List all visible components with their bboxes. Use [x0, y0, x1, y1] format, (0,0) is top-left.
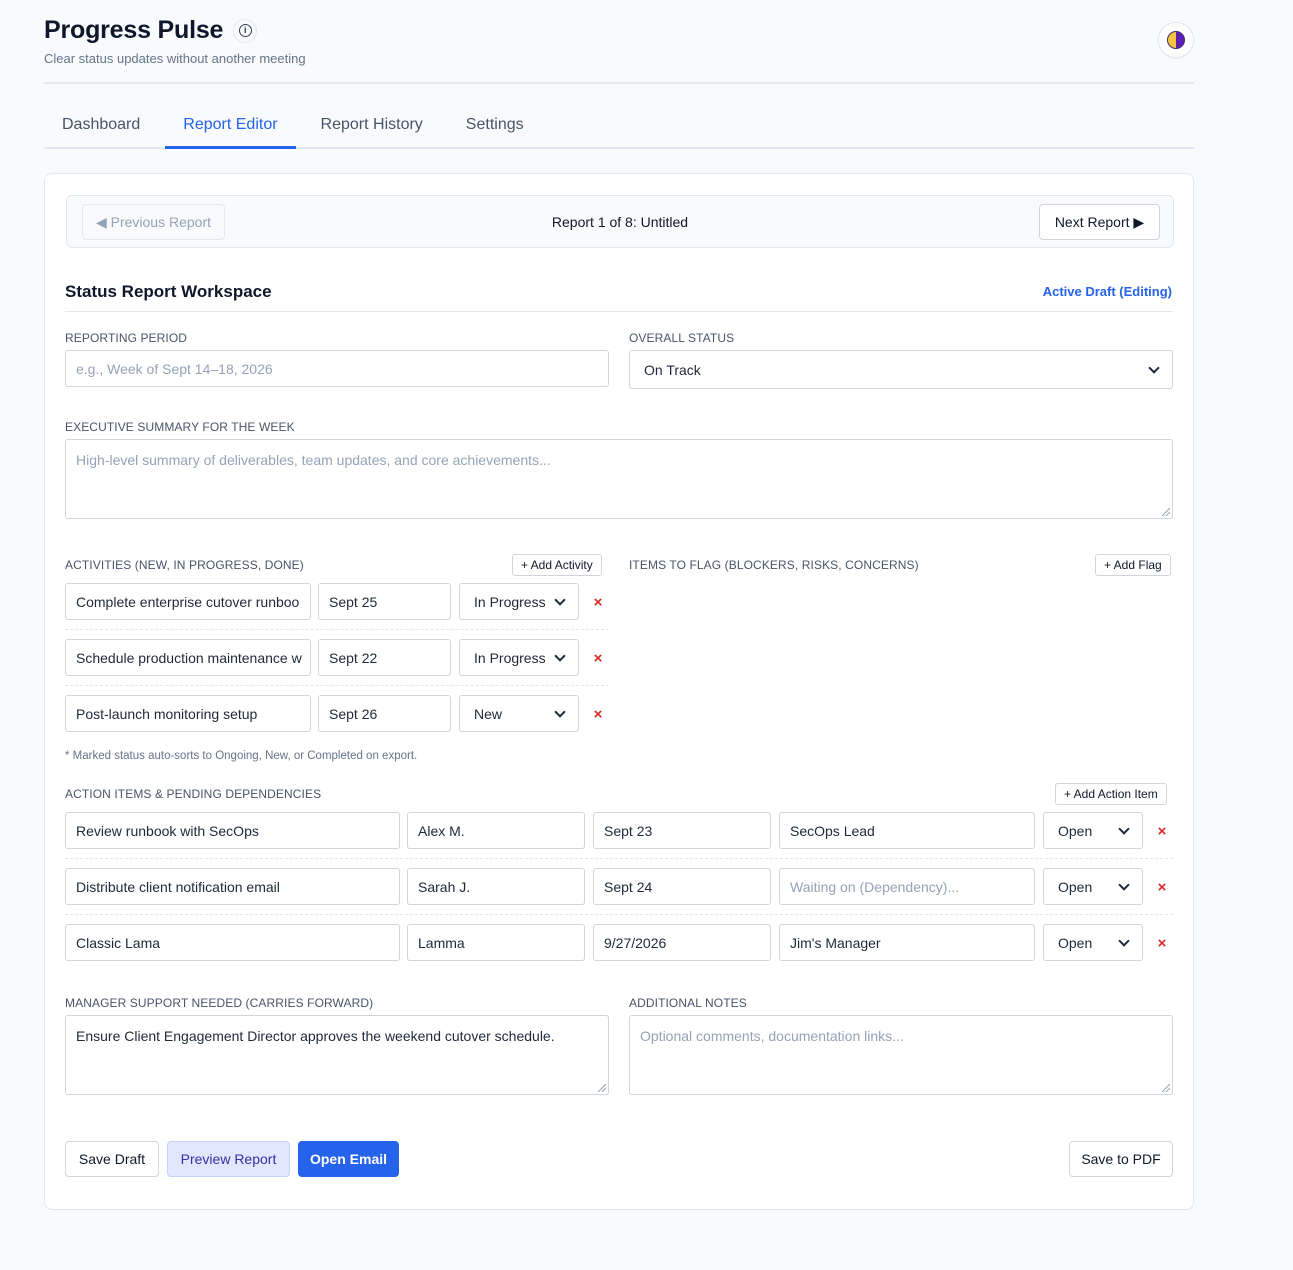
resize-handle-icon[interactable]	[598, 1084, 606, 1092]
activity-status-value: In Progress	[474, 593, 546, 610]
activity-status-select[interactable]: In Progress	[459, 639, 579, 676]
activity-status-value: New	[474, 705, 503, 722]
main-tabs: Dashboard Report Editor Report History S…	[44, 104, 1194, 149]
preview-report-button[interactable]: Preview Report	[167, 1141, 290, 1177]
activity-date-input[interactable]: Sept 26	[318, 695, 451, 732]
resize-handle-icon[interactable]	[1162, 508, 1170, 516]
remove-action-item-icon[interactable]: ×	[1155, 879, 1169, 896]
next-report-button[interactable]: Next Report ▶	[1039, 204, 1160, 240]
action-status-value: Open	[1058, 822, 1093, 839]
manager-support-textarea[interactable]: Ensure Client Engagement Director approv…	[65, 1015, 609, 1095]
manager-support-label: MANAGER SUPPORT NEEDED (CARRIES FORWARD)	[65, 996, 374, 1010]
report-navigator: ◀ Previous Report Report 1 of 8: Untitle…	[66, 195, 1174, 248]
manager-support-text: Ensure Client Engagement Director approv…	[76, 1028, 555, 1044]
action-due-input[interactable]: Sept 24	[593, 868, 771, 905]
action-dependency-input[interactable]: Jim's Manager	[779, 924, 1035, 961]
workspace-title: Status Report Workspace	[65, 282, 272, 301]
title-row: Progress Pulse i	[44, 16, 1194, 45]
report-editor-card: ◀ Previous Report Report 1 of 8: Untitle…	[44, 173, 1194, 1210]
info-icon: i	[238, 24, 252, 37]
add-activity-button[interactable]: + Add Activity	[512, 554, 602, 576]
app-subtitle: Clear status updates without another mee…	[44, 51, 306, 66]
chevron-down-icon	[554, 593, 566, 606]
reporting-period-label: REPORTING PERIOD	[65, 331, 188, 345]
reporting-period-input[interactable]: e.g., Week of Sept 14–18, 2026	[65, 350, 609, 387]
activity-name-input[interactable]: Post-launch monitoring setup	[65, 695, 311, 732]
overall-status-value: On Track	[644, 361, 701, 378]
draft-status-badge: Active Draft (Editing)	[1042, 284, 1172, 299]
activity-status-select[interactable]: In Progress	[459, 583, 579, 620]
info-button[interactable]: i	[233, 18, 258, 43]
action-items-label: ACTION ITEMS & PENDING DEPENDENCIES	[65, 787, 322, 801]
theme-toggle-icon	[1167, 31, 1185, 49]
activity-status-value: In Progress	[474, 649, 546, 666]
app-title: Progress Pulse	[44, 16, 224, 44]
action-owner-input[interactable]: Sarah J.	[407, 868, 585, 905]
report-position-title: Report 1 of 8: Untitled	[551, 214, 689, 230]
divider	[65, 311, 1173, 312]
executive-summary-placeholder: High-level summary of deliverables, team…	[76, 452, 551, 468]
chevron-down-icon	[1118, 878, 1130, 891]
executive-summary-label: EXECUTIVE SUMMARY FOR THE WEEK	[65, 420, 295, 434]
action-dependency-input[interactable]: Waiting on (Dependency)...	[779, 868, 1035, 905]
remove-action-item-icon[interactable]: ×	[1155, 935, 1169, 952]
action-status-value: Open	[1058, 878, 1093, 895]
activity-status-select[interactable]: New	[459, 695, 579, 732]
save-draft-button[interactable]: Save Draft	[65, 1141, 159, 1177]
remove-activity-icon[interactable]: ×	[591, 650, 605, 667]
remove-action-item-icon[interactable]: ×	[1155, 823, 1169, 840]
action-due-input[interactable]: 9/27/2026	[593, 924, 771, 961]
action-dependency-input[interactable]: SecOps Lead	[779, 812, 1035, 849]
additional-notes-textarea[interactable]: Optional comments, documentation links..…	[629, 1015, 1173, 1095]
additional-notes-label: ADDITIONAL NOTES	[629, 996, 747, 1010]
action-status-select[interactable]: Open	[1043, 924, 1143, 961]
overall-status-label: OVERALL STATUS	[629, 331, 735, 345]
action-task-input[interactable]: Review runbook with SecOps	[65, 812, 400, 849]
chevron-down-icon	[554, 649, 566, 662]
tab-report-history[interactable]: Report History	[303, 104, 441, 149]
app-header: Progress Pulse i Clear status updates wi…	[44, 16, 1194, 84]
remove-activity-icon[interactable]: ×	[591, 594, 605, 611]
chevron-down-icon	[1118, 822, 1130, 835]
activity-date-input[interactable]: Sept 22	[318, 639, 451, 676]
row-divider	[65, 629, 609, 630]
chevron-down-icon	[1148, 361, 1160, 374]
additional-notes-placeholder: Optional comments, documentation links..…	[640, 1028, 904, 1044]
activities-label: ACTIVITIES (NEW, IN PROGRESS, DONE)	[65, 558, 304, 572]
overall-status-select[interactable]: On Track	[629, 350, 1173, 389]
flags-label: ITEMS TO FLAG (BLOCKERS, RISKS, CONCERNS…	[629, 558, 919, 572]
activities-note: * Marked status auto-sorts to Ongoing, N…	[65, 750, 418, 762]
action-status-select[interactable]: Open	[1043, 868, 1143, 905]
activity-name-input[interactable]: Complete enterprise cutover runboo	[65, 583, 311, 620]
add-flag-button[interactable]: + Add Flag	[1095, 554, 1171, 576]
tab-dashboard[interactable]: Dashboard	[44, 104, 158, 149]
chevron-down-icon	[554, 705, 566, 718]
action-due-input[interactable]: Sept 23	[593, 812, 771, 849]
resize-handle-icon[interactable]	[1162, 1084, 1170, 1092]
row-divider	[65, 914, 1173, 915]
save-to-pdf-button[interactable]: Save to PDF	[1069, 1141, 1173, 1177]
action-task-input[interactable]: Distribute client notification email	[65, 868, 400, 905]
activity-date-input[interactable]: Sept 25	[318, 583, 451, 620]
action-owner-input[interactable]: Lamma	[407, 924, 585, 961]
row-divider	[65, 685, 609, 686]
row-divider	[65, 858, 1173, 859]
theme-toggle-button[interactable]	[1158, 22, 1194, 58]
add-action-item-button[interactable]: + Add Action Item	[1055, 783, 1167, 805]
action-status-value: Open	[1058, 934, 1093, 951]
chevron-down-icon	[1118, 934, 1130, 947]
activity-name-input[interactable]: Schedule production maintenance w	[65, 639, 311, 676]
open-email-button[interactable]: Open Email	[298, 1141, 399, 1177]
remove-activity-icon[interactable]: ×	[591, 706, 605, 723]
action-owner-input[interactable]: Alex M.	[407, 812, 585, 849]
tab-settings[interactable]: Settings	[448, 104, 542, 149]
action-status-select[interactable]: Open	[1043, 812, 1143, 849]
action-task-input[interactable]: Classic Lama	[65, 924, 400, 961]
tab-report-editor[interactable]: Report Editor	[165, 104, 296, 149]
executive-summary-textarea[interactable]: High-level summary of deliverables, team…	[65, 439, 1173, 519]
